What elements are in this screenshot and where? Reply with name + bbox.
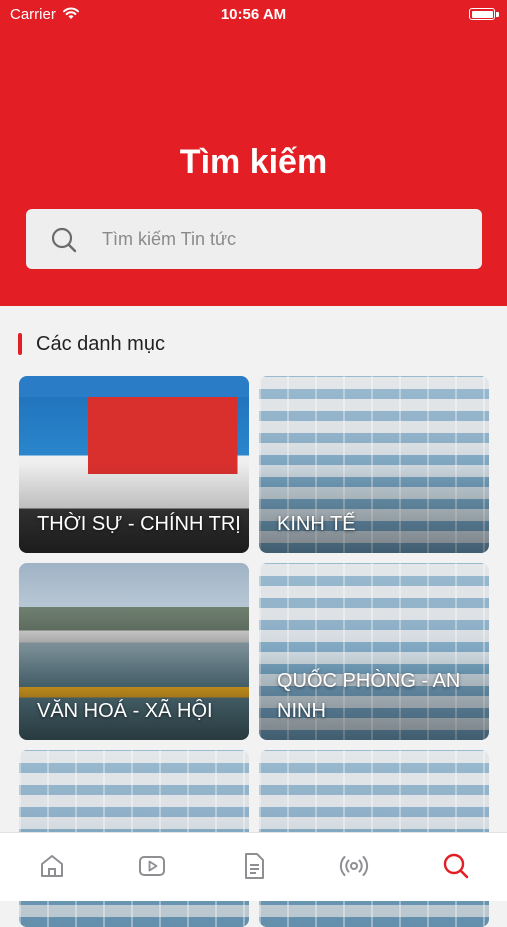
home-icon[interactable] [37,851,67,881]
category-label: KINH TẾ [277,513,356,535]
section-accent-bar [18,333,22,355]
document-icon[interactable] [239,851,269,881]
card-shade [19,463,249,553]
category-label: THỜI SỰ - CHÍNH TRỊ [37,513,241,535]
search-bar[interactable] [26,209,482,269]
category-card-thoi-su[interactable]: THỜI SỰ - CHÍNH TRỊ [19,376,249,553]
category-card-kinh-te[interactable]: KINH TẾ [259,376,489,553]
search-icon [51,227,77,253]
page-title: Tìm kiếm [179,143,328,181]
video-icon[interactable] [137,851,167,881]
battery-cap [496,12,499,17]
broadcast-icon[interactable] [339,851,369,881]
search-tab-icon[interactable] [441,851,471,881]
header: Carrier 10:56 AM Tìm kiếm [0,0,507,306]
clock: 10:56 AM [220,6,287,23]
category-label: QUỐC PHÒNG - AN NINH [277,670,461,722]
category-card-quoc-phong[interactable]: QUỐC PHÒNG - AN NINH [259,563,489,740]
search-input[interactable] [102,209,462,269]
card-shade [19,650,249,740]
card-shade [259,463,489,553]
battery-icon [469,8,495,20]
category-label: VĂN HOÁ - XÃ HỘI [37,700,213,722]
section-title: Các danh mục [36,333,165,355]
status-bar: Carrier 10:56 AM [0,0,507,30]
category-card-van-hoa[interactable]: VĂN HOÁ - XÃ HỘI [19,563,249,740]
tab-bar [0,832,507,901]
